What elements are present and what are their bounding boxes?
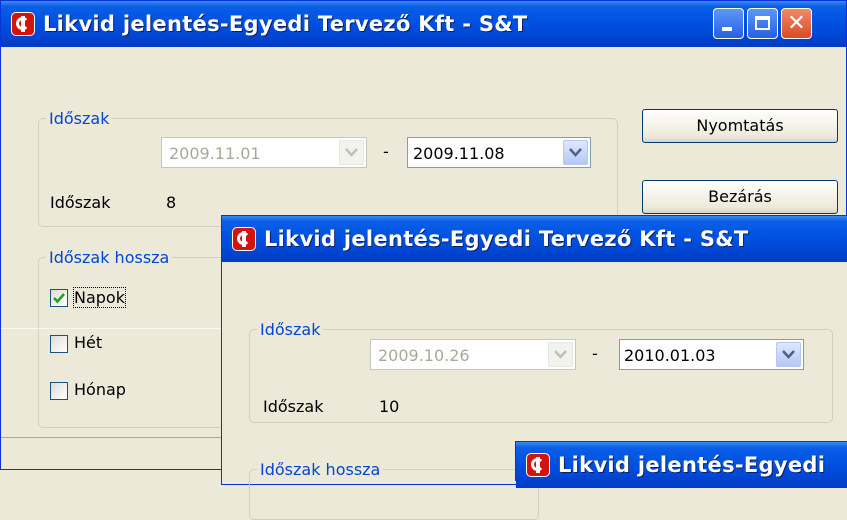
week-checkbox-label[interactable]: Hét [74,333,102,352]
maximize-button[interactable] [747,8,778,39]
period-group: Időszak [38,109,618,227]
minimize-icon [722,27,732,31]
period-label: Időszak [263,397,324,416]
date-to-value: 2010.01.03 [624,346,716,365]
separator-line [1,328,226,329]
window-title: Likvid jelentés-Egyedi Tervező Kft - S&T [43,12,528,36]
title-bar[interactable]: Likvid jelentés-Egyedi Tervező Kft - S&T [222,216,847,262]
month-checkbox[interactable] [50,382,68,400]
app-icon[interactable] [526,453,550,477]
date-range-dash: - [592,344,598,363]
period-value: 8 [166,193,177,212]
chevron-down-icon [548,342,573,367]
date-from-combo: 2009.11.01 [161,137,367,168]
date-to-combo[interactable]: 2010.01.03 [619,339,804,370]
date-to-value: 2009.11.08 [413,144,505,163]
minimize-button[interactable] [713,8,744,39]
title-bar[interactable]: Likvid jelentés-Egyedi Tervező Kft - S&T… [1,1,846,47]
period-label: Időszak [50,193,111,212]
chevron-down-icon [339,140,364,165]
period-length-group-label: Időszak hossza [49,248,170,267]
period-length-group: Időszak hossza [249,460,539,520]
days-checkbox-label[interactable]: Napok [73,287,126,308]
bottom-divider [1,437,226,438]
week-checkbox[interactable] [50,335,68,353]
app-icon[interactable] [11,12,35,36]
date-range-dash: - [383,142,389,161]
report-window-3: Likvid jelentés-Egyedi [515,441,847,488]
print-button[interactable]: Nyomtatás [642,109,838,143]
date-from-value: 2009.11.01 [169,144,261,163]
close-icon: ✕ [787,11,806,36]
maximize-icon [755,16,770,30]
close-dialog-button[interactable]: Bezárás [642,180,838,214]
date-from-value: 2009.10.26 [378,346,470,365]
period-group-label: Időszak [260,320,321,339]
date-to-combo[interactable]: 2009.11.08 [407,137,591,168]
days-checkbox[interactable] [50,289,68,307]
month-checkbox-label[interactable]: Hónap [74,380,126,399]
chevron-down-icon[interactable] [776,342,801,367]
app-icon[interactable] [232,227,256,251]
date-from-combo: 2009.10.26 [370,339,576,370]
period-group: Időszak [249,320,833,423]
window-title: Likvid jelentés-Egyedi [558,453,826,477]
window-title: Likvid jelentés-Egyedi Tervező Kft - S&T [264,227,749,251]
close-button[interactable]: ✕ [781,8,812,39]
chevron-down-icon[interactable] [563,140,588,165]
period-value: 10 [379,397,400,416]
period-group-label: Időszak [49,109,110,128]
check-icon [53,293,65,304]
title-bar[interactable]: Likvid jelentés-Egyedi [516,442,847,488]
